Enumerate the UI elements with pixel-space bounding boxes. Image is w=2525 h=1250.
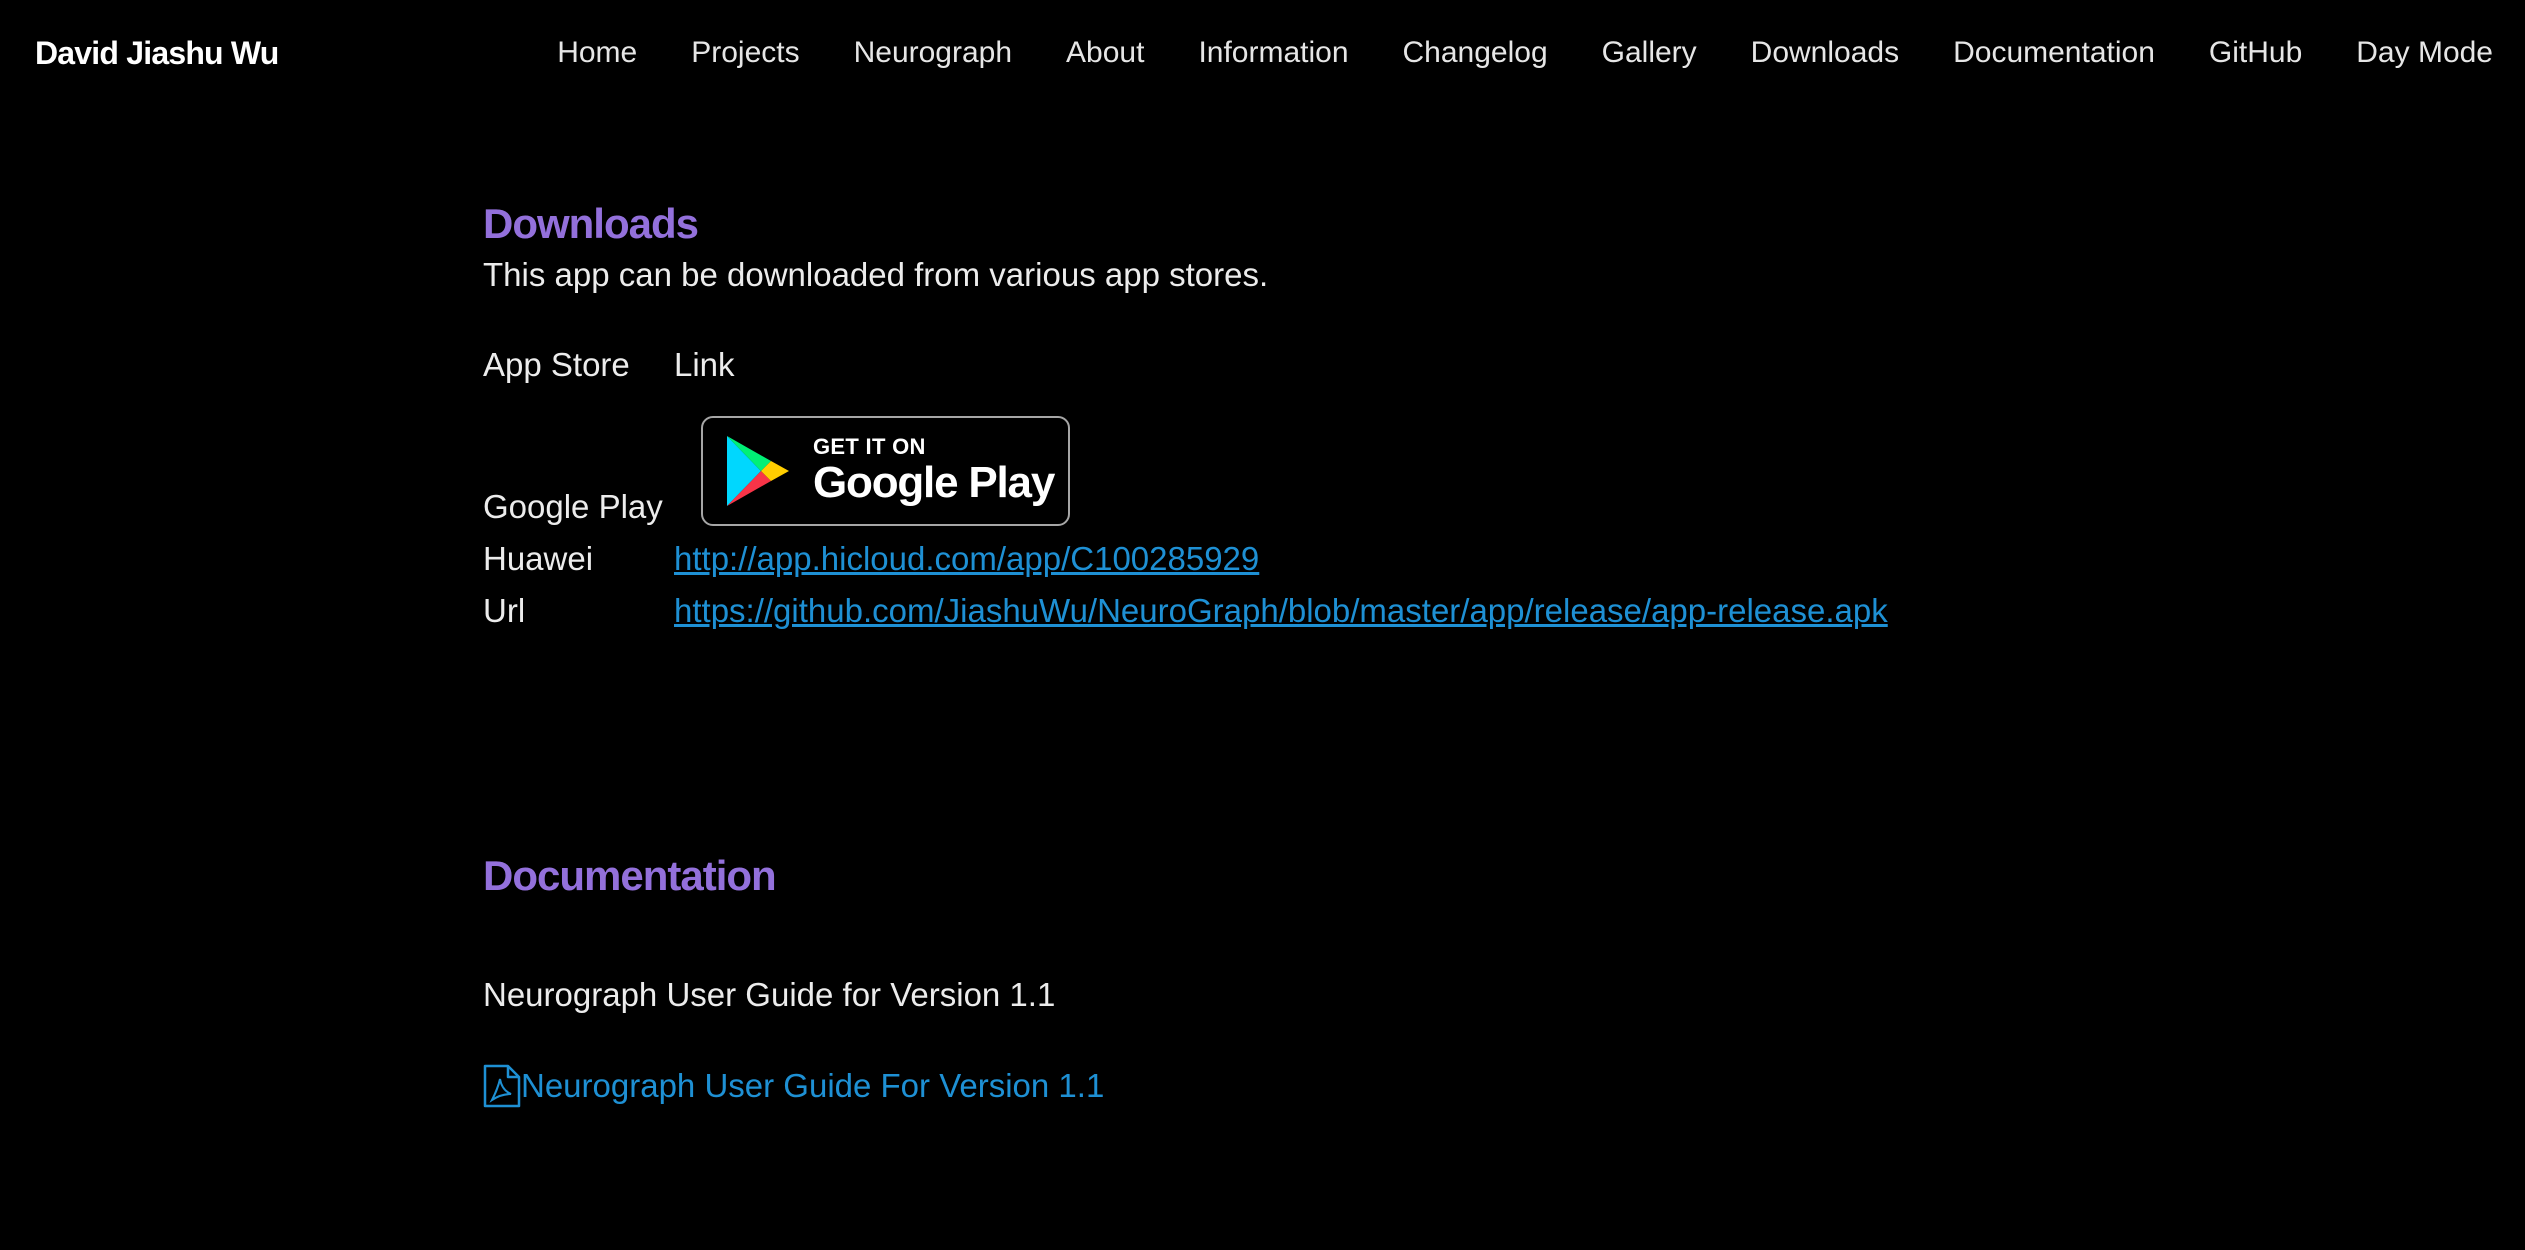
nav-changelog[interactable]: Changelog bbox=[1403, 36, 1548, 70]
main-content: Downloads This app can be downloaded fro… bbox=[483, 196, 2183, 1108]
main-nav: Home Projects Neurograph About Informati… bbox=[557, 36, 2493, 70]
store-google-play: Google Play bbox=[483, 488, 663, 525]
store-huawei: Huawei bbox=[483, 540, 594, 577]
header-link: Link bbox=[674, 346, 735, 383]
nav-about[interactable]: About bbox=[1066, 36, 1144, 70]
pdf-file-icon bbox=[483, 1064, 521, 1108]
apk-download-link[interactable]: https://github.com/JiashuWu/NeuroGraph/b… bbox=[674, 592, 1888, 629]
nav-information[interactable]: Information bbox=[1198, 36, 1348, 70]
nav-gallery[interactable]: Gallery bbox=[1602, 36, 1697, 70]
pdf-link-row: Neurograph User Guide For Version 1.1 bbox=[483, 1064, 2183, 1108]
top-navbar: David Jiashu Wu Home Projects Neurograph… bbox=[0, 0, 2525, 106]
documentation-section: Documentation Neurograph User Guide for … bbox=[483, 848, 2183, 1108]
table-row: Url https://github.com/JiashuWu/NeuroGra… bbox=[483, 588, 1888, 640]
downloads-section: Downloads This app can be downloaded fro… bbox=[483, 196, 2183, 640]
nav-projects[interactable]: Projects bbox=[691, 36, 799, 70]
header-app-store: App Store bbox=[483, 346, 630, 383]
user-guide-pdf-link[interactable]: Neurograph User Guide For Version 1.1 bbox=[521, 1067, 1104, 1105]
nav-downloads[interactable]: Downloads bbox=[1751, 36, 1899, 70]
app-store-table: App Store Link Google Play GET IT ON Goo… bbox=[483, 342, 1888, 640]
table-header-row: App Store Link bbox=[483, 342, 1888, 394]
table-row: Google Play GET IT ON Google Play bbox=[483, 394, 1888, 536]
site-brand[interactable]: David Jiashu Wu bbox=[35, 35, 279, 72]
downloads-heading: Downloads bbox=[483, 200, 699, 247]
user-guide-label: Neurograph User Guide for Version 1.1 bbox=[483, 976, 1056, 1013]
nav-documentation[interactable]: Documentation bbox=[1953, 36, 2155, 70]
google-play-badge[interactable]: GET IT ON Google Play bbox=[701, 416, 1070, 526]
store-url: Url bbox=[483, 592, 526, 629]
nav-neurograph[interactable]: Neurograph bbox=[854, 36, 1012, 70]
table-row: Huawei http://app.hicloud.com/app/C10028… bbox=[483, 536, 1888, 588]
badge-small-text: GET IT ON bbox=[813, 434, 926, 459]
nav-home[interactable]: Home bbox=[557, 36, 637, 70]
day-mode-toggle[interactable]: Day Mode bbox=[2356, 36, 2493, 70]
badge-big-text: Google Play bbox=[813, 458, 1055, 507]
google-play-icon bbox=[727, 436, 789, 506]
documentation-heading: Documentation bbox=[483, 852, 777, 899]
huawei-link[interactable]: http://app.hicloud.com/app/C100285929 bbox=[674, 540, 1259, 577]
downloads-intro: This app can be downloaded from various … bbox=[483, 256, 1269, 293]
nav-github[interactable]: GitHub bbox=[2209, 36, 2302, 70]
